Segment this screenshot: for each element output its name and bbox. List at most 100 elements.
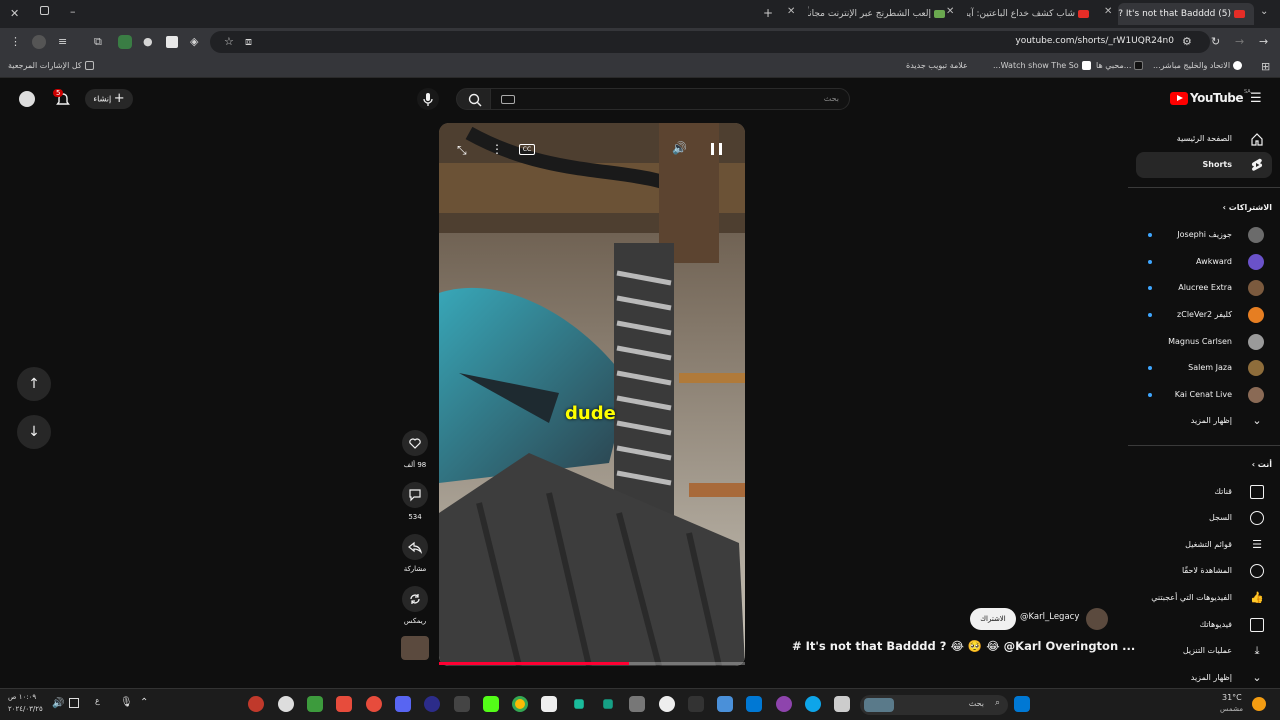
subscribe-button[interactable]: الاشتراك [970, 608, 1016, 630]
chevron-up-icon[interactable]: ⌃ [140, 697, 148, 708]
reading-list-icon[interactable]: ≡ [58, 35, 67, 48]
hamburger-menu-icon[interactable]: ☰ [1250, 91, 1262, 106]
extensions-icon[interactable]: ⧉ [94, 35, 102, 49]
sound-thumbnail[interactable] [401, 636, 429, 660]
app-icon[interactable] [454, 696, 470, 712]
close-window-icon[interactable]: ✕ [10, 7, 19, 20]
bookmark-item[interactable]: ...محبي ها [1096, 61, 1144, 70]
extension-icon[interactable] [166, 36, 178, 48]
pause-icon[interactable] [711, 143, 722, 155]
install-app-icon[interactable]: ⧈ [245, 35, 252, 49]
app-icon[interactable] [603, 699, 613, 709]
sidebar-subscription[interactable]: كليفر zCleVer2 [1136, 302, 1272, 328]
account-avatar[interactable] [19, 91, 35, 107]
like-button[interactable]: 98 ألف [401, 430, 429, 469]
app-icon[interactable] [659, 696, 675, 712]
weather-temp[interactable]: 31°C [1222, 693, 1242, 702]
channel-handle[interactable]: @Karl_Legacy [1020, 612, 1079, 622]
bookmark-item[interactable]: Watch show The So... [993, 61, 1091, 70]
app-icon[interactable] [395, 696, 411, 712]
maximize-icon[interactable] [40, 6, 49, 15]
kick-icon[interactable] [483, 696, 499, 712]
shield-icon[interactable]: ◈ [190, 35, 198, 48]
settings-icon[interactable] [278, 696, 294, 712]
notifications-button[interactable]: 5 [53, 89, 71, 112]
tab-iphone[interactable]: شاب كشف خداع الباعتين: آيفون [967, 3, 1092, 25]
sidebar-subscription[interactable]: جوزيف Josephi [1136, 222, 1272, 248]
volume-icon[interactable]: 🔊 [52, 698, 64, 709]
tab-search-icon[interactable]: ⌄ [1260, 6, 1268, 17]
profile-avatar[interactable] [32, 35, 46, 49]
sidebar-item-home[interactable]: الصفحة الرئيسية [1136, 126, 1272, 152]
captions-icon[interactable]: CC [519, 144, 535, 155]
remix-button[interactable]: ريمكس [401, 586, 429, 625]
create-button[interactable]: + إنشاء [85, 89, 133, 109]
app-icon[interactable] [248, 696, 264, 712]
sidebar-show-more[interactable]: ⌄ إظهار المزيد [1136, 408, 1272, 434]
edge-icon[interactable] [805, 696, 821, 712]
sidebar-subscription[interactable]: Alucree Extra [1136, 275, 1272, 301]
bookmark-item[interactable]: علامة تبويب جديدة [906, 61, 968, 70]
more-options-icon[interactable]: ⋮ [491, 142, 503, 156]
sidebar-item-playlists[interactable]: ☰ قوائم التشغيل [1136, 532, 1272, 558]
app-icon[interactable] [541, 696, 557, 712]
tab-youtube-short[interactable]: (5) It's not that Badddd ? [1118, 3, 1254, 25]
sidebar-item-history[interactable]: السجل [1136, 505, 1272, 531]
fullscreen-icon[interactable]: ⤡ [457, 143, 467, 158]
back-icon[interactable]: → [1259, 35, 1268, 48]
app-icon[interactable] [629, 696, 645, 712]
mic-icon[interactable]: 🎙 [120, 697, 133, 708]
sidebar-subscription[interactable]: Awkward [1136, 249, 1272, 275]
search-input[interactable]: بحث [490, 88, 850, 110]
keyboard-icon[interactable] [501, 95, 515, 104]
app-icon[interactable] [366, 696, 382, 712]
comments-button[interactable]: 534 [401, 482, 429, 521]
close-tab-icon[interactable]: ✕ [1104, 6, 1112, 17]
channel-avatar[interactable] [1086, 608, 1108, 630]
voice-search-button[interactable] [417, 88, 439, 110]
app-icon[interactable] [574, 699, 584, 709]
sidebar-item-watch-later[interactable]: المشاهدة لاحقًا [1136, 558, 1272, 584]
network-icon[interactable] [69, 698, 79, 708]
menu-icon[interactable]: ⋮ [10, 35, 21, 48]
chrome-icon[interactable] [512, 696, 528, 712]
clock-time[interactable]: ١٠:٠٩ ص [8, 693, 36, 701]
sidebar-item-channel[interactable]: قناتك [1136, 479, 1272, 505]
share-button[interactable]: مشاركة [401, 534, 429, 573]
previous-short-button[interactable]: ↑ [17, 367, 51, 401]
tab-chess[interactable]: إلعب الشطرنج عبر الإنترنت مجاناً [808, 3, 948, 25]
bookmark-item[interactable]: الاتحاد والخليج مباشر... [1153, 61, 1243, 70]
volume-icon[interactable]: 🔊 [672, 141, 687, 155]
app-icon[interactable] [776, 696, 792, 712]
app-icon[interactable] [424, 696, 440, 712]
short-video-player[interactable]: dude ⤡ ⋮ CC 🔊 [439, 123, 745, 666]
bookmark-star-icon[interactable]: ☆ [224, 35, 234, 48]
task-view-icon[interactable] [834, 696, 850, 712]
start-icon[interactable] [1014, 696, 1030, 712]
clock-date[interactable]: ٢٠٢٤/٠٣/٢٥ [8, 705, 43, 713]
taskbar-search[interactable]: بحث ⌕ [860, 695, 1008, 715]
extension-icon[interactable] [118, 35, 132, 49]
next-short-button[interactable]: ↓ [17, 415, 51, 449]
app-icon[interactable] [336, 696, 352, 712]
sidebar-item-liked[interactable]: 👍 الفيديوهات التي أعجبتني [1136, 585, 1272, 611]
forward-icon[interactable]: → [1235, 35, 1244, 48]
sidebar-item-downloads[interactable]: ⤓ عمليات التنزيل [1136, 638, 1272, 664]
site-settings-icon[interactable]: ⚙ [1182, 35, 1192, 48]
sidebar-subscription[interactable]: Salem Jaza [1136, 355, 1272, 381]
you-header[interactable]: أنت › [1252, 460, 1272, 469]
sun-icon[interactable] [1252, 697, 1266, 711]
youtube-logo[interactable]: YouTube SA [1170, 89, 1251, 105]
app-icon[interactable] [307, 696, 323, 712]
store-icon[interactable] [717, 696, 733, 712]
apps-grid-icon[interactable]: ⊞ [1261, 60, 1270, 73]
minimize-icon[interactable]: – [70, 5, 76, 18]
outlook-icon[interactable] [746, 696, 762, 712]
close-tab-icon[interactable]: ✕ [787, 6, 795, 17]
app-icon[interactable] [688, 696, 704, 712]
sidebar-subscription[interactable]: Magnus Carlsen [1136, 329, 1272, 355]
new-tab-icon[interactable]: + [763, 6, 773, 20]
sidebar-item-your-videos[interactable]: فيديوهاتك [1136, 612, 1272, 638]
reload-icon[interactable]: ↻ [1211, 35, 1220, 48]
extension-icon[interactable]: ● [143, 35, 153, 48]
